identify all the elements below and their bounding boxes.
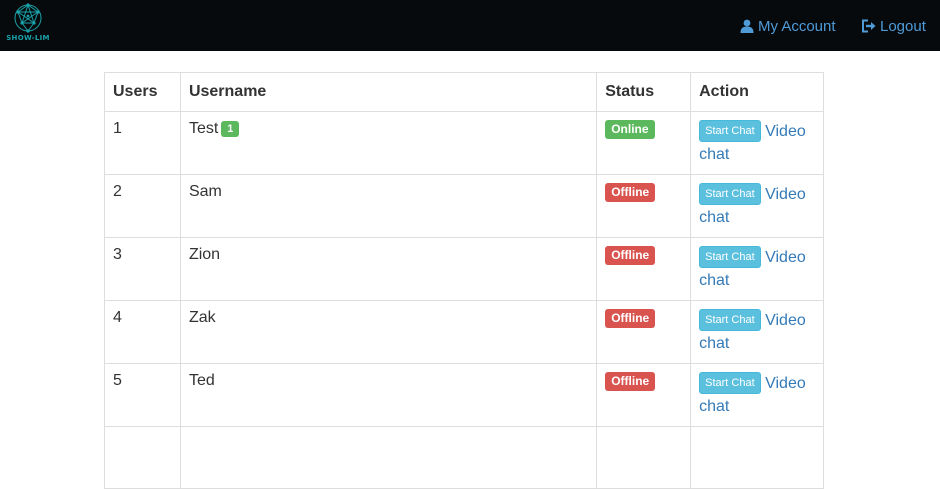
logout-icon — [861, 19, 876, 33]
top-navbar: SHOW-LIM My Account Logout — [0, 0, 940, 51]
empty-cell — [104, 426, 181, 489]
username: Test — [188, 120, 219, 137]
user-number: 2 — [104, 174, 181, 238]
start-chat-button[interactable]: Start Chat — [699, 246, 761, 268]
username: Zak — [188, 309, 216, 326]
table-row — [104, 426, 824, 489]
status-badge: Offline — [605, 183, 656, 202]
table-row: 2 Sam Offline Start Chat Video chat — [104, 174, 824, 238]
action-cell: Start Chat Video chat — [690, 363, 824, 427]
header-status: Status — [596, 72, 692, 112]
action-cell: Start Chat Video chat — [690, 174, 824, 238]
table-row: 5 Ted Offline Start Chat Video chat — [104, 363, 824, 427]
action-cell: Start Chat Video chat — [690, 237, 824, 301]
header-users: Users — [104, 72, 181, 112]
table-row: 4 Zak Offline Start Chat Video chat — [104, 300, 824, 364]
start-chat-button[interactable]: Start Chat — [699, 309, 761, 331]
username-cell: Test 1 — [179, 111, 598, 175]
my-account-label: My Account — [758, 17, 836, 35]
user-number: 1 — [104, 111, 181, 175]
status-badge: Offline — [605, 372, 656, 391]
header-username: Username — [179, 72, 598, 112]
users-table: Users Username Status Action 1 Test 1 Onl… — [104, 72, 824, 489]
username: Ted — [188, 372, 215, 389]
start-chat-button[interactable]: Start Chat — [699, 372, 761, 394]
username: Zion — [188, 246, 221, 263]
logout-label: Logout — [880, 17, 926, 35]
start-chat-button[interactable]: Start Chat — [699, 120, 761, 142]
empty-cell — [596, 426, 692, 489]
logout-link[interactable]: Logout — [861, 16, 926, 36]
user-number: 3 — [104, 237, 181, 301]
action-cell: Start Chat Video chat — [690, 300, 824, 364]
status-cell: Online — [596, 111, 692, 175]
status-cell: Offline — [596, 237, 692, 301]
empty-cell — [179, 426, 598, 489]
username: Sam — [188, 183, 222, 200]
unread-count-badge: 1 — [221, 121, 240, 137]
status-badge: Offline — [605, 246, 656, 265]
username-cell: Ted — [179, 363, 598, 427]
action-cell: Start Chat Video chat — [690, 111, 824, 175]
status-cell: Offline — [596, 174, 692, 238]
status-badge: Offline — [605, 309, 656, 328]
table-row: 3 Zion Offline Start Chat Video chat — [104, 237, 824, 301]
username-cell: Sam — [179, 174, 598, 238]
status-cell: Offline — [596, 363, 692, 427]
user-number: 5 — [104, 363, 181, 427]
header-action: Action — [690, 72, 824, 112]
my-account-link[interactable]: My Account — [740, 16, 836, 36]
user-number: 4 — [104, 300, 181, 364]
status-badge: Online — [605, 120, 655, 139]
start-chat-button[interactable]: Start Chat — [699, 183, 761, 205]
username-cell: Zion — [179, 237, 598, 301]
brand-logo[interactable]: SHOW-LIM — [6, 3, 50, 45]
user-icon — [740, 19, 754, 33]
table-header-row: Users Username Status Action — [104, 72, 824, 112]
status-cell: Offline — [596, 300, 692, 364]
table-row: 1 Test 1 Online Start Chat Video chat — [104, 111, 824, 175]
brand-name: SHOW-LIM — [6, 34, 50, 42]
username-cell: Zak — [179, 300, 598, 364]
empty-cell — [690, 426, 824, 489]
network-globe-icon — [14, 3, 42, 33]
